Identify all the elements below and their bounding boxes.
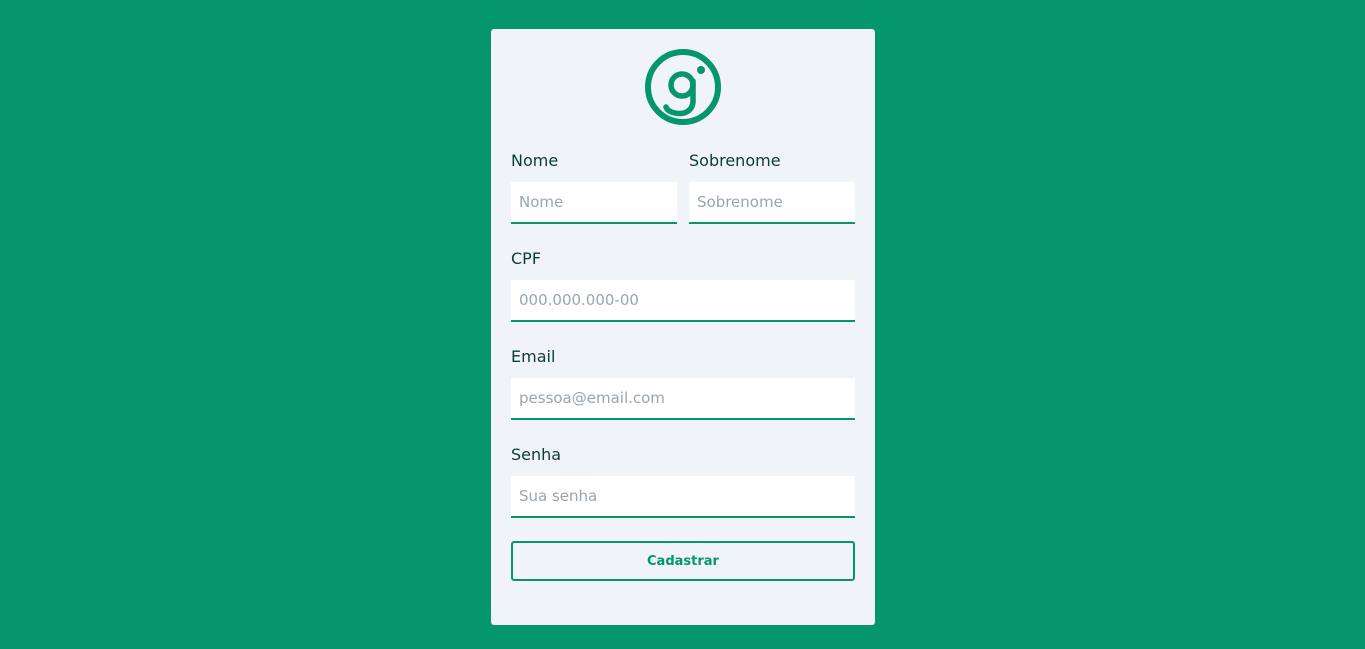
cpf-input[interactable]	[511, 280, 855, 322]
cpf-label: CPF	[511, 249, 542, 268]
password-field: Senha	[511, 444, 855, 518]
last-name-field: Sobrenome	[689, 150, 855, 224]
g-logo-icon	[645, 49, 721, 125]
last-name-label: Sobrenome	[689, 151, 781, 170]
signup-button[interactable]: Cadastrar	[511, 541, 855, 581]
first-name-field: Nome	[511, 150, 677, 224]
first-name-input[interactable]	[511, 182, 677, 224]
email-input[interactable]	[511, 378, 855, 420]
cpf-field: CPF	[511, 248, 855, 322]
email-field: Email	[511, 346, 855, 420]
email-label: Email	[511, 347, 556, 366]
password-input[interactable]	[511, 476, 855, 518]
last-name-input[interactable]	[689, 182, 855, 224]
signup-card: Nome Sobrenome CPF Email Senha Cadastrar	[491, 29, 875, 625]
password-label: Senha	[511, 445, 562, 464]
first-name-label: Nome	[511, 151, 559, 170]
